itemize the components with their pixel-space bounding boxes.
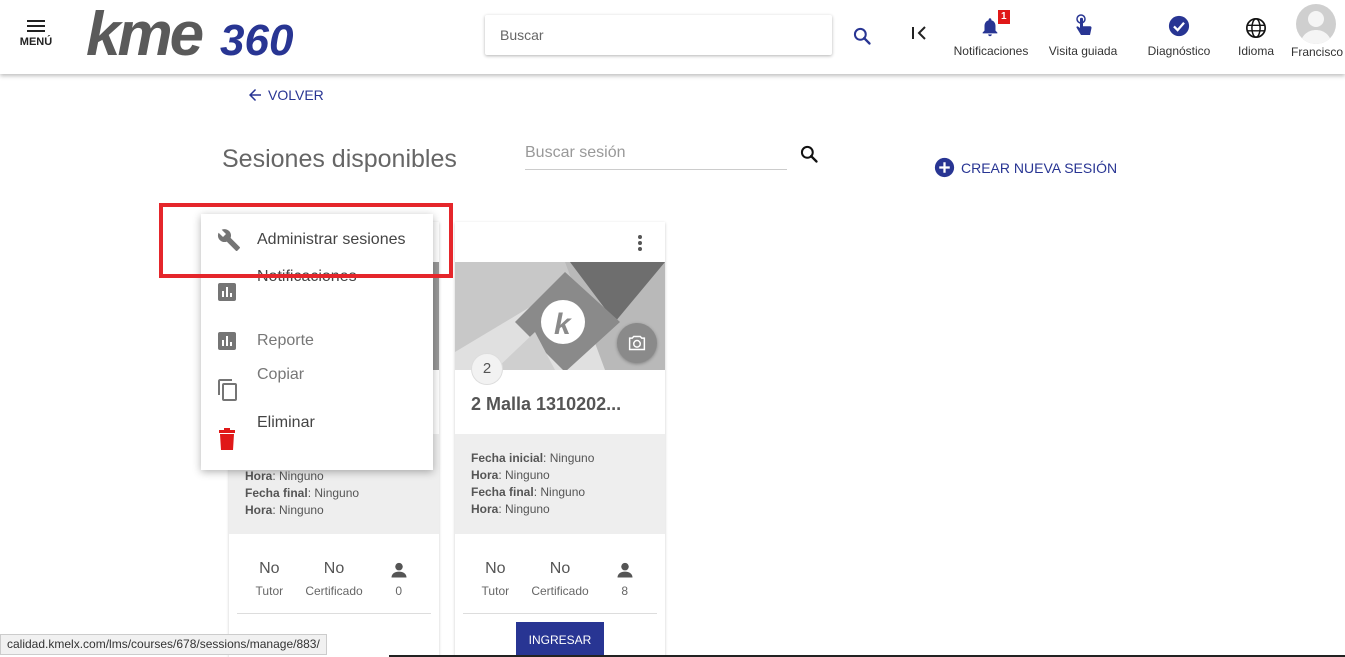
session-info: Fecha inicial: Ninguno Hora: Ninguno Fec…: [455, 434, 665, 534]
certificate-stat: No Certificado: [531, 560, 589, 598]
certificate-stat: No Certificado: [305, 560, 363, 598]
create-session-button[interactable]: CREAR NUEVA SESIÓN: [934, 157, 1117, 178]
browser-status-url: calidad.kmelx.com/lms/courses/678/sessio…: [0, 634, 327, 655]
global-search-input[interactable]: [485, 15, 832, 55]
menu-item-label: Reporte: [257, 332, 314, 349]
menu-item-copy[interactable]: Copiar: [201, 364, 433, 408]
highlight-box: [159, 203, 453, 278]
create-session-label: CREAR NUEVA SESIÓN: [961, 159, 1118, 176]
user-name[interactable]: Francisco: [1291, 45, 1343, 59]
notifications-nav[interactable]: 1 Notificaciones: [951, 10, 1031, 58]
guided-visit-label: Visita guiada: [1048, 44, 1118, 58]
enter-button[interactable]: INGRESAR: [516, 622, 604, 657]
back-label: VOLVER: [268, 87, 324, 103]
session-search[interactable]: [525, 144, 787, 170]
bar-chart-icon: [218, 283, 236, 301]
touch-hand-icon: [1076, 14, 1092, 35]
menu-item-report[interactable]: Reporte: [201, 319, 433, 363]
session-number: 2: [471, 353, 503, 385]
session-stats: No Tutor No Certificado 8: [463, 560, 657, 614]
diagnostic-nav[interactable]: Diagnóstico: [1146, 14, 1212, 58]
svg-text:360: 360: [220, 16, 294, 65]
menu-button[interactable]: MENÚ: [16, 20, 56, 56]
user-silhouette-icon: [1300, 11, 1332, 44]
menu-item-label: Copiar: [257, 366, 305, 383]
participants-stat: 8: [592, 560, 657, 613]
search-icon[interactable]: [799, 144, 819, 164]
more-vert-icon[interactable]: [637, 234, 643, 252]
person-icon: [391, 562, 407, 578]
session-title: 2 Malla 1310202...: [471, 394, 622, 414]
tutor-stat: No Tutor: [481, 560, 510, 598]
camera-button[interactable]: [617, 323, 657, 363]
language-label: Idioma: [1237, 44, 1275, 58]
session-search-input[interactable]: [525, 144, 787, 162]
camera-icon: [628, 335, 646, 351]
copy-icon: [218, 379, 237, 401]
trash-icon: [219, 428, 235, 450]
notification-badge: 1: [998, 10, 1010, 24]
kme360-logo[interactable]: kme 360: [84, 2, 314, 72]
tutor-stat: No Tutor: [255, 560, 284, 598]
guided-visit-nav[interactable]: Visita guiada: [1047, 14, 1119, 58]
hamburger-icon: [27, 20, 45, 32]
top-bar: MENÚ kme 360 1 Notificaciones Visita g: [0, 0, 1345, 74]
person-icon: [617, 562, 633, 578]
back-button[interactable]: VOLVER: [246, 86, 324, 104]
search-icon[interactable]: [852, 26, 872, 46]
notifications-label: Notificaciones: [953, 44, 1029, 58]
menu-item-delete[interactable]: Eliminar: [201, 412, 433, 456]
session-stats: No Tutor No Certificado 0: [237, 560, 431, 614]
add-circle-icon: [934, 157, 955, 178]
svg-text:k: k: [554, 308, 572, 341]
menu-label: MENÚ: [19, 36, 53, 48]
participants-stat: 0: [366, 560, 431, 613]
user-avatar[interactable]: [1296, 4, 1336, 44]
page-title: Sesiones disponibles: [222, 145, 457, 173]
globe-icon: [1246, 18, 1266, 38]
menu-item-label: Eliminar: [257, 414, 315, 431]
language-nav[interactable]: Idioma: [1236, 14, 1276, 58]
session-card: k 2 2 Malla 1310202... Fecha inicial: Ni…: [455, 222, 665, 657]
collapse-left-icon[interactable]: [910, 25, 928, 41]
svg-text:kme: kme: [86, 2, 203, 69]
diagnostic-label: Diagnóstico: [1147, 44, 1211, 58]
global-search[interactable]: [485, 15, 832, 55]
check-circle-icon: [1168, 15, 1190, 37]
bar-chart-icon: [218, 332, 236, 350]
arrow-left-icon: [249, 89, 261, 101]
